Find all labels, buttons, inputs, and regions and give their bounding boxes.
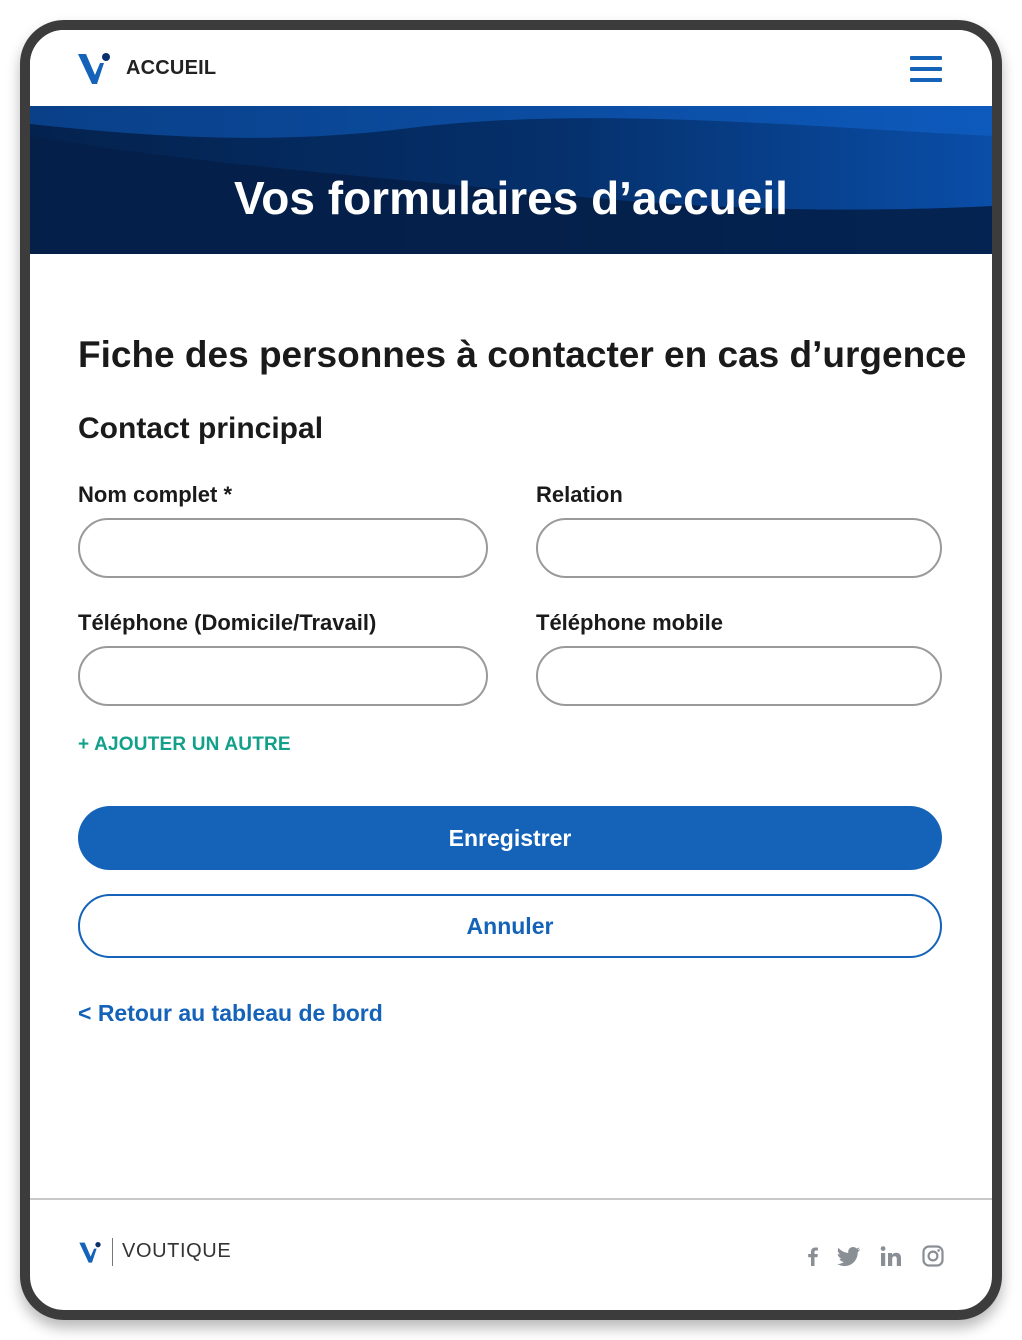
footer-logo-icon[interactable] xyxy=(78,1240,102,1264)
full-name-input[interactable] xyxy=(78,518,488,578)
nav-home-label[interactable]: ACCUEIL xyxy=(126,57,216,80)
footer-divider xyxy=(30,1198,992,1200)
save-button[interactable]: Enregistrer xyxy=(78,806,942,870)
add-another-contact-link[interactable]: + AJOUTER UN AUTRE xyxy=(78,734,291,756)
facebook-icon[interactable] xyxy=(800,1244,826,1268)
footer-logo-separator xyxy=(112,1238,113,1266)
relation-label: Relation xyxy=(536,482,623,507)
phone-home-work-label: Téléphone (Domicile/Travail) xyxy=(78,610,377,635)
twitter-icon[interactable] xyxy=(836,1244,862,1268)
page-title: Fiche des personnes à contacter en cas d… xyxy=(78,334,967,375)
linkedin-icon[interactable] xyxy=(878,1244,904,1268)
hero-banner: Vos formulaires d’accueil xyxy=(30,106,992,254)
phone-home-work-input[interactable] xyxy=(78,646,488,706)
full-name-label: Nom complet * xyxy=(78,482,233,507)
cancel-button[interactable]: Annuler xyxy=(78,894,942,958)
menu-icon[interactable] xyxy=(910,54,944,84)
hero-title: Vos formulaires d’accueil xyxy=(234,172,788,224)
instagram-icon[interactable] xyxy=(920,1244,946,1268)
top-bar: ACCUEIL xyxy=(30,30,992,106)
footer-brand-name: VOUTIQUE xyxy=(122,1240,232,1262)
phone-mobile-label: Téléphone mobile xyxy=(536,610,724,635)
device-frame: ACCUEIL Vos formulaires d’accueil Fiche … xyxy=(20,20,1002,1320)
phone-mobile-input[interactable] xyxy=(536,646,942,706)
back-to-dashboard-link[interactable]: < Retour au tableau de bord xyxy=(78,1000,383,1027)
section-title: Contact principal xyxy=(78,412,324,445)
relation-input[interactable] xyxy=(536,518,942,578)
voutique-logo-icon[interactable] xyxy=(76,50,112,86)
